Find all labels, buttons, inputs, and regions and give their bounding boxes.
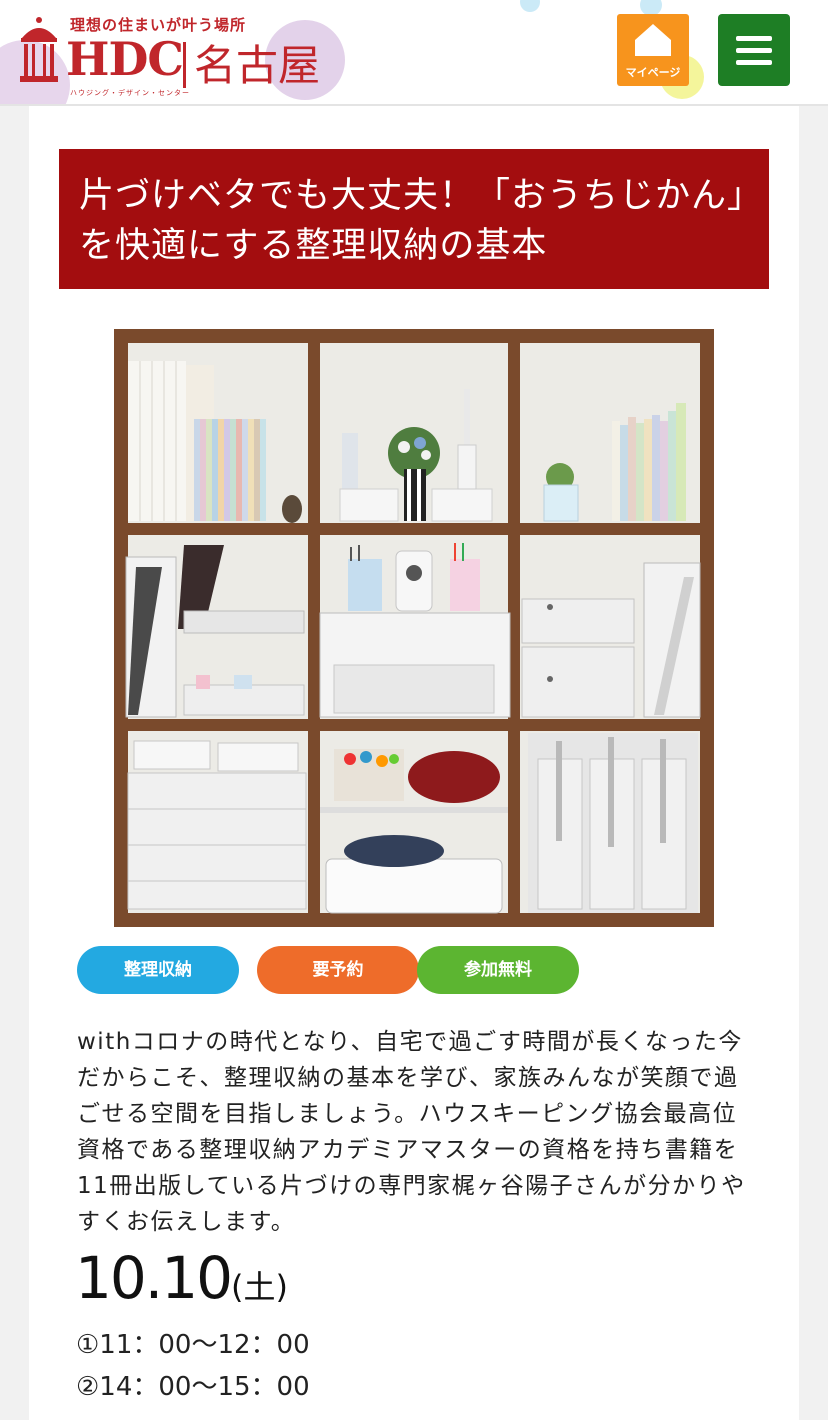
event-time-2: ②14：00〜15：00 [76, 1372, 310, 1402]
logo-city: 名古屋 [194, 41, 321, 90]
event-time-1: ①11：00〜12：00 [76, 1330, 310, 1360]
tag-reservation-required[interactable]: 要予約 [257, 946, 419, 994]
shelf-storage-photo [114, 329, 714, 927]
home-icon [635, 24, 671, 56]
tag-list: 整理収納 要予約 参加無料 [77, 946, 777, 996]
event-card: 片づけベタでも大丈夫！「おうちじかん」を快適にする整理収納の基本 整理収納 要予… [29, 106, 799, 1420]
hamburger-menu-icon [736, 36, 772, 41]
mypage-label: マイページ [625, 66, 681, 79]
logo-brand: HDC [66, 32, 184, 86]
tag-organizing[interactable]: 整理収納 [77, 946, 239, 994]
event-date-main: 10.10 [75, 1244, 233, 1312]
event-description: withコロナの時代となり、自宅で過ごす時間が長くなった今だからこそ、整理収納の… [77, 1029, 746, 1235]
event-date: 10.10(土) [75, 1244, 288, 1312]
hamburger-menu-icon [736, 60, 772, 65]
logo-subtitle: ハウジング・デザイン・センター [70, 89, 190, 97]
mypage-button[interactable]: マイページ [617, 14, 689, 86]
hamburger-menu-icon [736, 48, 772, 53]
logo-divider [183, 42, 186, 88]
site-header: 理想の住まいが叶う場所 HDC 名古屋 ハウジング・デザイン・センター マイペー… [0, 0, 828, 106]
gazebo-logo-icon [20, 17, 58, 82]
hamburger-menu-button[interactable] [718, 14, 790, 86]
decor-dot [520, 0, 540, 12]
event-title: 片づけベタでも大丈夫！「おうちじかん」を快適にする整理収納の基本 [79, 176, 746, 266]
title-banner: 片づけベタでも大丈夫！「おうちじかん」を快適にする整理収納の基本 [59, 149, 769, 289]
tag-free-admission[interactable]: 参加無料 [417, 946, 579, 994]
site-logo[interactable]: 理想の住まいが叶う場所 HDC 名古屋 ハウジング・デザイン・センター [18, 12, 338, 97]
event-date-weekday: (土) [231, 1268, 289, 1306]
